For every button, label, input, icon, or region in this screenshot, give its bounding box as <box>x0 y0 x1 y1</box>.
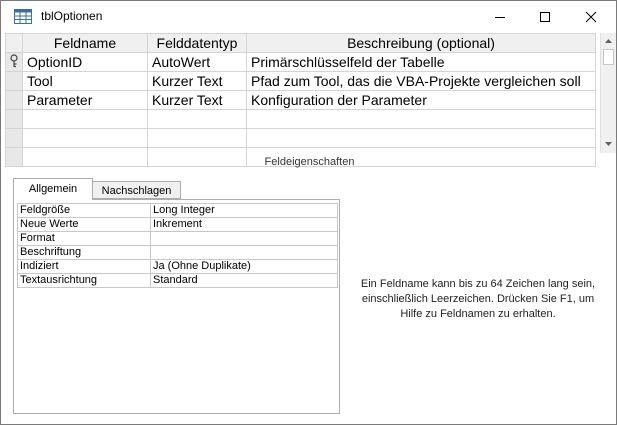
maximize-icon <box>540 11 550 22</box>
data-type-cell[interactable]: Kurzer Text <box>147 71 247 91</box>
data-type-cell[interactable]: Kurzer Text <box>147 90 247 110</box>
maximize-button[interactable] <box>522 1 568 32</box>
data-type-cell[interactable]: AutoWert <box>147 52 247 72</box>
tab-lookup[interactable]: Nachschlagen <box>93 181 181 199</box>
description-cell[interactable] <box>246 109 596 129</box>
description-cell[interactable]: Konfiguration der Parameter <box>246 90 596 110</box>
field-properties-label: Feldeigenschaften <box>264 156 355 168</box>
description-cell[interactable]: Primärschlüsselfeld der Tabelle <box>246 52 596 72</box>
key-icon <box>10 53 18 67</box>
row-selector[interactable] <box>5 52 23 72</box>
property-value[interactable] <box>150 245 338 260</box>
field-name-cell[interactable]: Tool <box>22 71 148 91</box>
close-button[interactable] <box>568 1 614 32</box>
close-icon <box>585 11 597 22</box>
property-row[interactable]: Neue Werte Inkrement <box>17 217 338 232</box>
property-label: Feldgröße <box>17 203 151 218</box>
header-row: Feldname Felddatentyp Beschreibung (opti… <box>5 33 596 53</box>
property-row[interactable]: Format <box>17 231 338 246</box>
vertical-scrollbar[interactable] <box>600 33 616 153</box>
property-row[interactable]: Textausrichtung Standard <box>17 273 338 288</box>
data-type-cell[interactable] <box>147 128 247 148</box>
properties-table: Feldgröße Long Integer Neue Werte Inkrem… <box>17 203 338 288</box>
field-name-cell[interactable]: OptionID <box>22 52 148 72</box>
scrollbar-thumb[interactable] <box>603 49 614 65</box>
field-name-cell[interactable] <box>22 109 148 129</box>
title-bar[interactable]: tblOptionen <box>1 1 616 32</box>
design-table: Feldname Felddatentyp Beschreibung (opti… <box>5 33 596 167</box>
tab-general[interactable]: Allgemein <box>13 178 93 200</box>
row-selector[interactable] <box>5 71 23 91</box>
table-row[interactable]: Parameter Kurzer Text Konfiguration der … <box>5 90 596 110</box>
property-label: Beschriftung <box>17 245 151 260</box>
row-selector[interactable] <box>5 90 23 110</box>
minimize-button[interactable] <box>477 1 523 32</box>
field-properties-panel: Feldgröße Long Integer Neue Werte Inkrem… <box>13 199 340 414</box>
column-header-data-type[interactable]: Felddatentyp <box>147 33 247 53</box>
property-label: Neue Werte <box>17 217 151 232</box>
property-value[interactable]: Inkrement <box>150 217 338 232</box>
row-selector[interactable] <box>5 128 23 148</box>
table-design-window: tblOptionen Feldname Felddatentyp Beschr… <box>0 0 617 425</box>
field-design-grid: Feldname Felddatentyp Beschreibung (opti… <box>5 33 616 167</box>
minimize-icon <box>495 16 505 18</box>
property-row[interactable]: Beschriftung <box>17 245 338 260</box>
field-name-cell[interactable] <box>22 128 148 148</box>
window-title: tblOptionen <box>41 9 103 23</box>
scroll-up-icon <box>605 39 612 43</box>
property-value[interactable]: Standard <box>150 273 338 288</box>
property-label: Format <box>17 231 151 246</box>
property-value[interactable] <box>150 231 338 246</box>
selector-header[interactable] <box>5 33 23 53</box>
property-value[interactable]: Ja (Ohne Duplikate) <box>150 259 338 274</box>
description-cell[interactable]: Pfad zum Tool, das die VBA-Projekte verg… <box>246 71 596 91</box>
property-label: Indiziert <box>17 259 151 274</box>
empty-row[interactable] <box>5 109 596 129</box>
table-row[interactable]: Tool Kurzer Text Pfad zum Tool, das die … <box>5 71 596 91</box>
help-text: Ein Feldname kann bis zu 64 Zeichen lang… <box>360 278 596 320</box>
property-row[interactable]: Indiziert Ja (Ohne Duplikate) <box>17 259 338 274</box>
table-icon <box>14 9 32 28</box>
column-header-description[interactable]: Beschreibung (optional) <box>246 33 596 53</box>
property-row[interactable]: Feldgröße Long Integer <box>17 203 338 218</box>
row-selector[interactable] <box>5 109 23 129</box>
property-value[interactable]: Long Integer <box>150 203 338 218</box>
empty-row[interactable] <box>5 128 596 148</box>
field-name-cell[interactable]: Parameter <box>22 90 148 110</box>
data-type-cell[interactable] <box>147 109 247 129</box>
description-cell[interactable] <box>246 128 596 148</box>
table-row[interactable]: OptionID AutoWert Primärschlüsselfeld de… <box>5 52 596 72</box>
scroll-down-icon <box>605 142 612 146</box>
property-label: Textausrichtung <box>17 273 151 288</box>
column-header-field-name[interactable]: Feldname <box>22 33 148 53</box>
